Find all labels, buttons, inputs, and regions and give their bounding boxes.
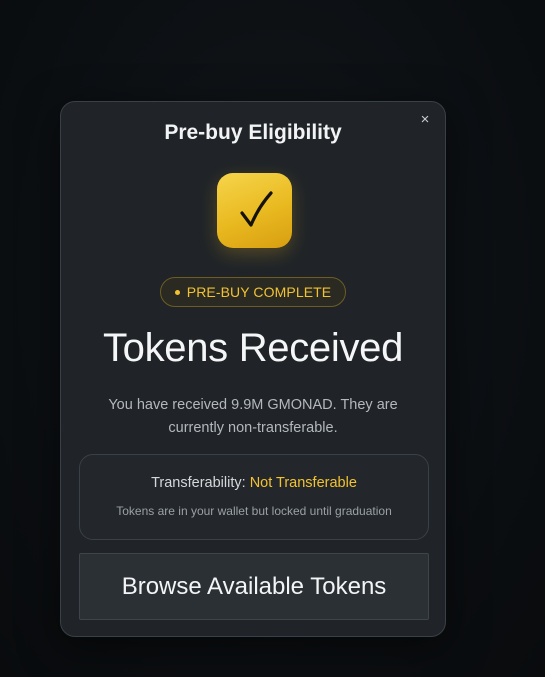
browse-tokens-button-label: Browse Available Tokens (121, 572, 387, 600)
lock-note: Tokens are in your wallet but locked unt… (116, 504, 392, 518)
status-badge-label: PRE-BUY COMPLETE (186, 284, 332, 300)
status-badge: PRE-BUY COMPLETE (160, 277, 346, 307)
status-dot-icon (174, 289, 180, 295)
transferability-info-box: Transferability: Not Transferable Tokens… (79, 454, 429, 540)
browse-tokens-button[interactable]: Browse Available Tokens (79, 553, 429, 620)
pre-buy-eligibility-modal: × Pre-buy Eligibility PRE-BUY COMPLETE T… (60, 101, 446, 637)
modal-title: Pre-buy Eligibility (164, 121, 342, 144)
description: You have received 9.9M GMONAD. They are … (108, 397, 398, 436)
headline: Tokens Received (102, 326, 404, 370)
transferability-row: Transferability: Not Transferable (80, 475, 428, 491)
transferability-label: Transferability: (151, 475, 246, 491)
transferability-value: Not Transferable (249, 475, 357, 491)
checkmark-icon (217, 173, 292, 248)
